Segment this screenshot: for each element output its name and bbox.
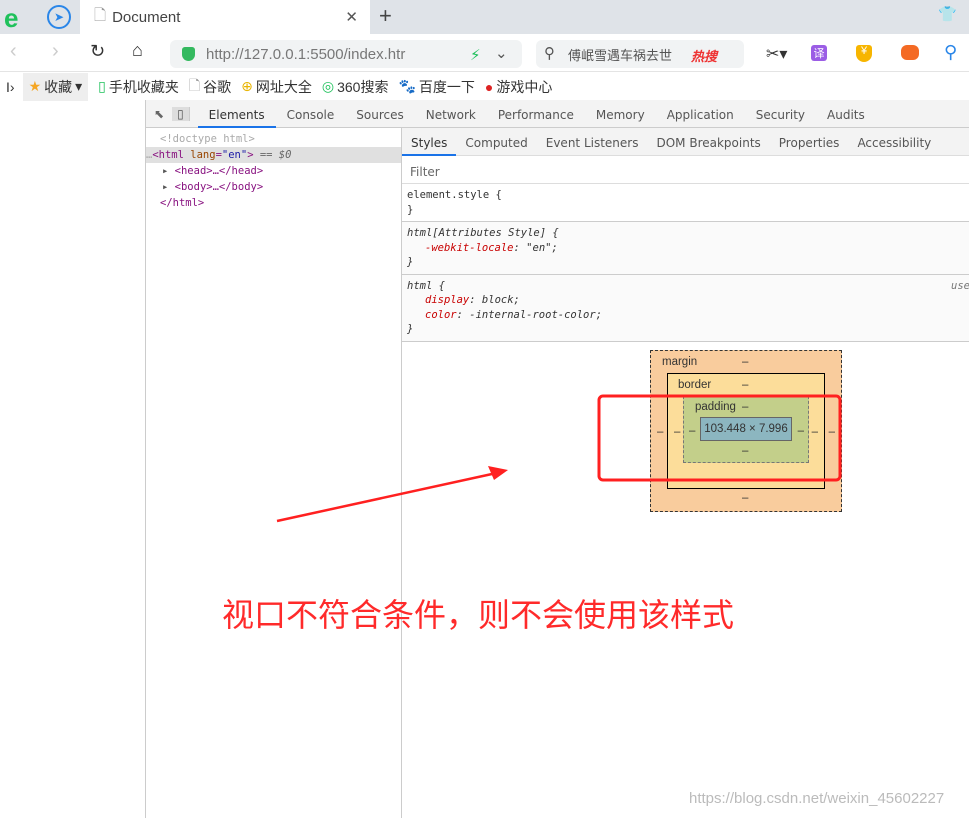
- highlight-rectangle: [597, 394, 842, 482]
- arrow-head-icon: [488, 466, 508, 480]
- watermark: https://blog.csdn.net/weixin_45602227: [689, 790, 945, 807]
- annotation-arrow: [276, 472, 493, 523]
- annotation-text: 视口不符合条件，则不会使用该样式: [222, 596, 735, 634]
- annotation-overlay: [276, 394, 842, 523]
